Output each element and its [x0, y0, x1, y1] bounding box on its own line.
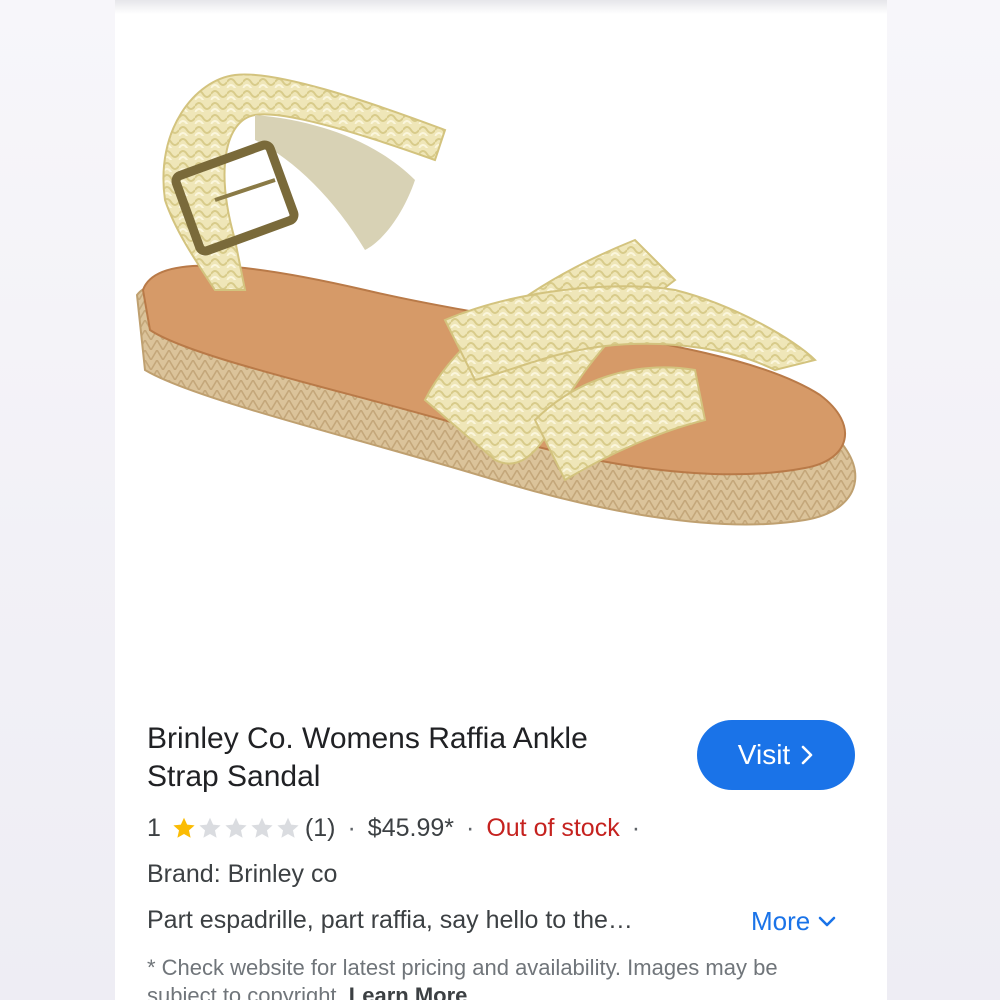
chevron-right-icon	[801, 745, 813, 765]
separator: ·	[631, 813, 641, 842]
product-card: Brinley Co. Womens Raffia Ankle Strap Sa…	[115, 0, 887, 1000]
price: $45.99*	[367, 813, 454, 842]
visit-button[interactable]: Visit	[697, 720, 855, 790]
product-image[interactable]	[115, 40, 887, 600]
separator: ·	[347, 813, 356, 842]
review-count[interactable]: (1)	[305, 814, 336, 843]
stock-status: Out of stock	[486, 813, 620, 842]
background-right	[885, 0, 1000, 1000]
product-description: Part espadrille, part raffia, say hello …	[147, 906, 633, 934]
rating-stars	[171, 815, 301, 841]
chevron-down-icon	[818, 916, 836, 926]
star-empty-icon	[225, 817, 247, 838]
star-empty-icon	[199, 817, 221, 838]
product-title[interactable]: Brinley Co. Womens Raffia Ankle Strap Sa…	[147, 720, 667, 796]
rating-value: 1	[147, 813, 161, 842]
separator: ·	[466, 813, 475, 842]
star-empty-icon	[277, 817, 299, 838]
card-top-shadow	[115, 0, 887, 14]
star-empty-icon	[251, 817, 273, 838]
product-meta-row: 1 (1) · $45.99* · Out of stock ·	[147, 808, 652, 848]
visit-button-label: Visit	[737, 739, 791, 770]
more-label: More	[751, 906, 811, 936]
brand-text: Brand: Brinley co	[147, 860, 338, 888]
star-filled-icon	[173, 817, 195, 838]
disclaimer: * Check website for latest pricing and a…	[147, 954, 847, 1000]
background-left	[0, 0, 115, 1000]
more-button[interactable]: More	[751, 906, 836, 937]
learn-more-link[interactable]: Learn More	[349, 983, 468, 1000]
